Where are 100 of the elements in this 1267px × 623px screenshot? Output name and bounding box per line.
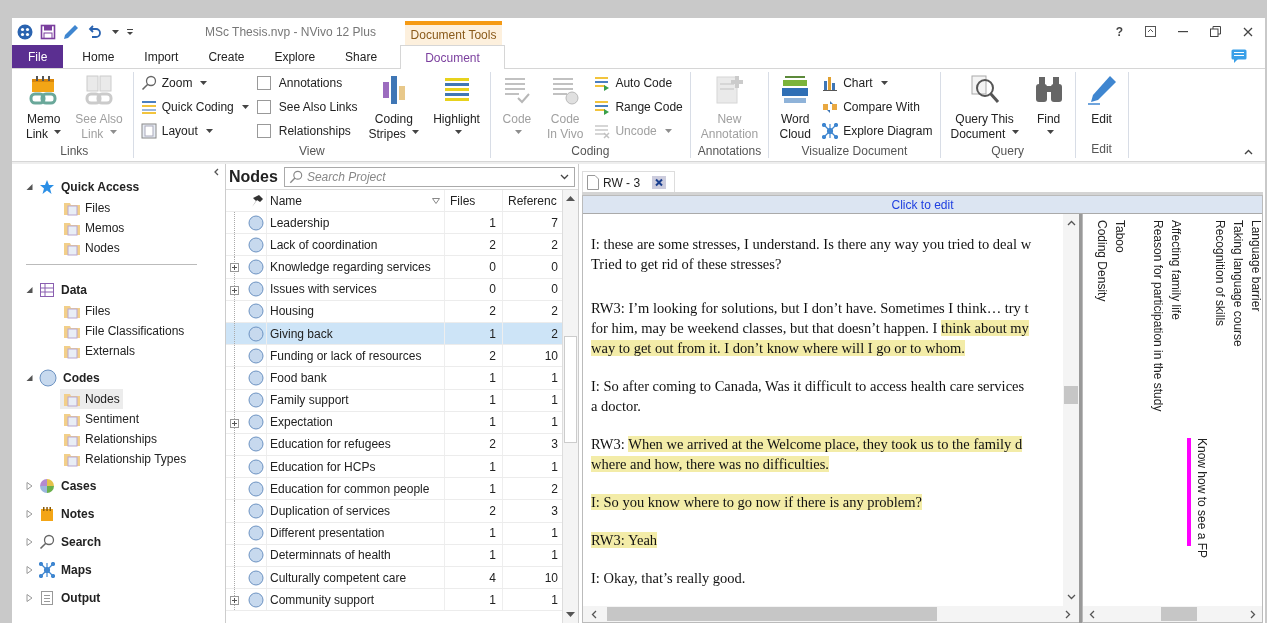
ribbon-tab[interactable]: Explore xyxy=(259,45,331,68)
navigation-item[interactable]: Memos xyxy=(60,218,128,238)
scroll-thumb[interactable] xyxy=(564,336,577,443)
ribbon-button[interactable]: Highlight xyxy=(427,72,486,144)
scroll-left-icon[interactable] xyxy=(591,609,597,619)
table-row[interactable]: Family support 1 1 xyxy=(226,389,562,412)
navigation-item[interactable]: Relationship Types xyxy=(60,449,190,469)
navigation-section[interactable]: Data xyxy=(26,279,197,301)
table-row[interactable]: Food bank 1 1 xyxy=(226,367,562,390)
edit-bar[interactable]: Click to edit xyxy=(583,196,1262,214)
table-row[interactable]: Housing 2 2 xyxy=(226,300,562,323)
restore-icon[interactable] xyxy=(1210,26,1221,37)
scroll-down-icon[interactable] xyxy=(1066,594,1076,600)
ribbon-tab[interactable]: Share xyxy=(330,45,393,68)
ribbon-menu-button[interactable]: Layout xyxy=(137,120,252,142)
ribbon-display-icon[interactable] xyxy=(1145,26,1156,37)
navigation-section[interactable]: Maps xyxy=(26,559,225,581)
navigation-item[interactable]: Nodes xyxy=(60,389,123,409)
file-tab[interactable]: File xyxy=(12,45,64,68)
navigation-item[interactable]: Externals xyxy=(60,341,139,361)
ribbon-tab[interactable]: Create xyxy=(193,45,260,68)
table-row[interactable]: Education for HCPs 1 1 xyxy=(226,456,562,479)
navigation-item[interactable]: Nodes xyxy=(60,238,123,258)
customize-icon[interactable] xyxy=(126,27,134,36)
table-row[interactable]: Education for common people 1 2 xyxy=(226,478,562,501)
ribbon-menu-button[interactable]: Zoom xyxy=(137,72,252,94)
navigation-section[interactable]: Cases xyxy=(26,475,225,497)
ribbon-button[interactable]: Edit xyxy=(1079,72,1124,129)
app-logo-icon[interactable] xyxy=(17,23,33,40)
collapsed-icon[interactable] xyxy=(26,594,33,602)
expanded-icon[interactable] xyxy=(26,375,33,381)
table-row[interactable]: Different presentation 1 1 xyxy=(226,522,562,545)
navigation-section[interactable]: Search xyxy=(26,531,225,553)
minimize-icon[interactable] xyxy=(1178,30,1188,33)
collapse-icon[interactable] xyxy=(214,168,219,176)
ribbon-tab[interactable]: Import xyxy=(129,45,194,68)
scrollbar[interactable] xyxy=(1063,214,1079,606)
expand-icon[interactable] xyxy=(230,418,239,428)
scroll-thumb[interactable] xyxy=(1161,607,1197,621)
column-header[interactable]: Files xyxy=(444,190,502,211)
table-row[interactable]: Expectation 1 1 xyxy=(226,411,562,434)
scroll-down-icon[interactable] xyxy=(566,612,575,617)
ribbon-button[interactable]: Find xyxy=(1026,72,1071,144)
scroll-right-icon[interactable] xyxy=(1065,609,1071,619)
navigation-section[interactable]: Quick Access xyxy=(26,176,225,198)
navigation-section[interactable]: Output xyxy=(26,587,225,609)
table-row[interactable]: Knowledge regarding services 0 0 xyxy=(226,256,562,279)
ribbon-menu-button[interactable]: Range Code xyxy=(591,96,686,118)
scroll-thumb[interactable] xyxy=(607,607,937,621)
table-row[interactable]: Culturally competent care 4 10 xyxy=(226,567,562,590)
collapsed-icon[interactable] xyxy=(26,510,33,518)
ribbon-button[interactable]: Word Cloud xyxy=(773,72,818,144)
table-row[interactable]: Duplication of services 2 3 xyxy=(226,500,562,523)
open-file-tab[interactable]: RW - 3 xyxy=(582,171,676,192)
checkbox[interactable] xyxy=(256,100,271,114)
table-row[interactable]: Education for refugees 2 3 xyxy=(226,433,562,457)
ribbon-menu-button[interactable]: Chart xyxy=(819,72,936,94)
table-row[interactable]: Determinnats of health 1 1 xyxy=(226,544,562,567)
navigation-item[interactable]: Files xyxy=(60,198,114,218)
ribbon-menu-button[interactable]: Compare With xyxy=(819,96,936,118)
navigation-item[interactable]: Files xyxy=(60,301,114,321)
save-icon[interactable] xyxy=(40,23,56,40)
column-header[interactable]: Name xyxy=(266,190,444,211)
expanded-icon[interactable] xyxy=(26,184,33,190)
table-row[interactable]: Funding or lack of resources 2 10 xyxy=(226,345,562,368)
dropdown-icon[interactable] xyxy=(560,173,569,180)
collapsed-icon[interactable] xyxy=(26,566,33,574)
help-button[interactable]: ? xyxy=(1115,24,1123,39)
ribbon-button[interactable]: Query This Document xyxy=(944,72,1025,144)
collapsed-icon[interactable] xyxy=(26,482,33,490)
table-row[interactable]: Community support 1 1 xyxy=(226,589,562,612)
expand-icon[interactable] xyxy=(230,285,239,295)
table-row[interactable]: Leadership 1 7 xyxy=(226,212,562,235)
undo-icon[interactable] xyxy=(86,23,102,40)
comment-icon[interactable] xyxy=(1231,49,1247,64)
scroll-right-icon[interactable] xyxy=(1250,609,1256,619)
close-icon[interactable] xyxy=(1243,26,1253,37)
search-field[interactable]: Search Project xyxy=(283,166,575,187)
navigation-item[interactable]: File Classifications xyxy=(60,321,188,341)
scroll-thumb[interactable] xyxy=(1064,386,1078,404)
scroll-left-icon[interactable] xyxy=(1089,609,1095,619)
scroll-up-icon[interactable] xyxy=(1066,220,1076,226)
pencil-icon[interactable] xyxy=(63,23,79,40)
collapsed-icon[interactable] xyxy=(26,538,33,546)
navigation-item[interactable]: Relationships xyxy=(60,429,161,449)
table-row[interactable]: Issues with services 0 0 xyxy=(226,278,562,301)
ribbon-menu-button[interactable]: Auto Code xyxy=(591,72,686,94)
checkbox[interactable] xyxy=(256,76,271,90)
ribbon-menu-button[interactable]: Explore Diagram xyxy=(819,120,936,142)
ribbon-button[interactable]: Coding Stripes xyxy=(362,72,426,144)
scroll-up-icon[interactable] xyxy=(566,196,575,201)
ribbon-tab[interactable]: Document xyxy=(400,45,505,69)
table-row[interactable]: Lack of coordination 2 2 xyxy=(226,234,562,257)
ribbon-menu-button[interactable]: Quick Coding xyxy=(137,96,252,118)
table-row[interactable]: Giving back 1 2 xyxy=(226,322,562,346)
scrollbar[interactable] xyxy=(1083,606,1262,622)
navigation-section[interactable]: Codes xyxy=(26,367,225,389)
close-icon[interactable] xyxy=(652,176,667,189)
scrollbar[interactable] xyxy=(562,190,578,623)
expanded-icon[interactable] xyxy=(26,287,33,293)
